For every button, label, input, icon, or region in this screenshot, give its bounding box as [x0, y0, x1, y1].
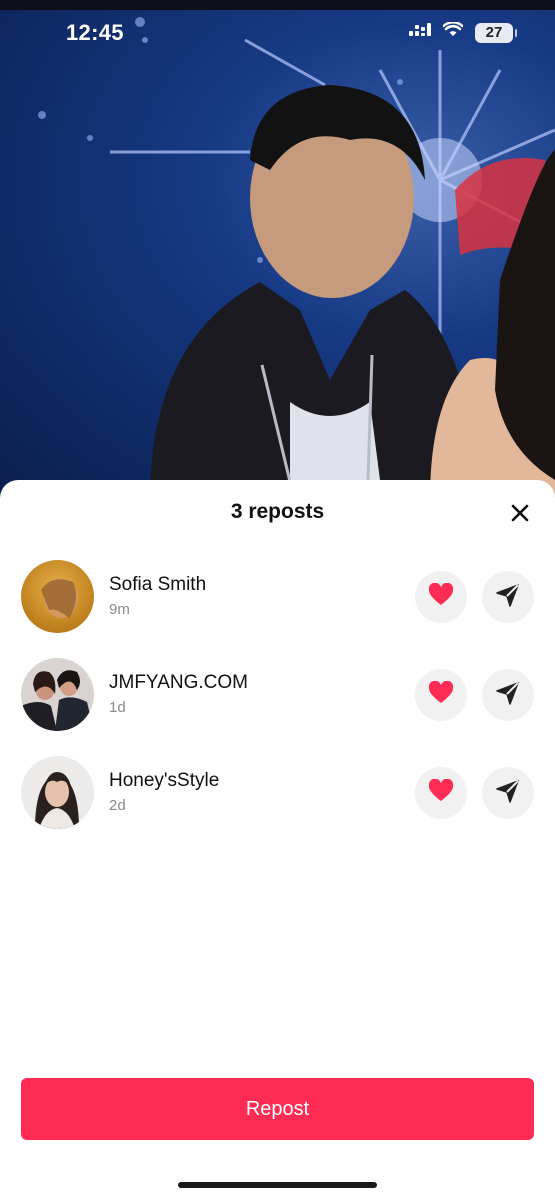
list-item[interactable]: Honey'sStyle 2d: [0, 754, 555, 852]
repost-button[interactable]: Repost: [21, 1078, 534, 1140]
send-button[interactable]: [482, 669, 534, 721]
home-indicator[interactable]: [178, 1182, 377, 1188]
send-icon: [495, 582, 521, 613]
repost-time: 9m: [109, 601, 130, 618]
list-item[interactable]: Sofia Smith 9m: [0, 558, 555, 656]
repost-user-name[interactable]: JMFYANG.COM: [109, 672, 248, 694]
like-button[interactable]: [415, 669, 467, 721]
close-icon[interactable]: [509, 502, 531, 524]
heart-icon: [428, 680, 454, 710]
repost-user-name[interactable]: Honey'sStyle: [109, 770, 219, 792]
battery-icon: 27: [475, 22, 517, 43]
avatar[interactable]: [21, 560, 94, 633]
like-button[interactable]: [415, 767, 467, 819]
heart-icon: [428, 582, 454, 612]
status-bar: 12:45 27: [0, 10, 555, 58]
heart-icon: [428, 778, 454, 808]
like-button[interactable]: [415, 571, 467, 623]
repost-user-name[interactable]: Sofia Smith: [109, 574, 206, 596]
avatar[interactable]: [21, 658, 94, 731]
repost-list: Sofia Smith 9m JMFYANG.COM 1d Honey'sSty…: [0, 558, 555, 852]
top-edge: [0, 0, 555, 10]
send-button[interactable]: [482, 571, 534, 623]
cellular-signal-icon: [409, 22, 431, 43]
send-icon: [495, 680, 521, 711]
repost-time: 1d: [109, 699, 126, 716]
send-button[interactable]: [482, 767, 534, 819]
send-icon: [495, 778, 521, 809]
list-item[interactable]: JMFYANG.COM 1d: [0, 656, 555, 754]
sheet-title: 3 reposts: [230, 500, 325, 523]
video-background[interactable]: [0, 10, 555, 500]
wifi-icon: [442, 21, 464, 43]
reposts-sheet: 3 reposts Sofia Smith 9m JMFYANG.COM 1d …: [0, 480, 555, 1200]
avatar[interactable]: [21, 756, 94, 829]
status-time: 12:45: [66, 20, 124, 45]
repost-time: 2d: [109, 797, 126, 814]
